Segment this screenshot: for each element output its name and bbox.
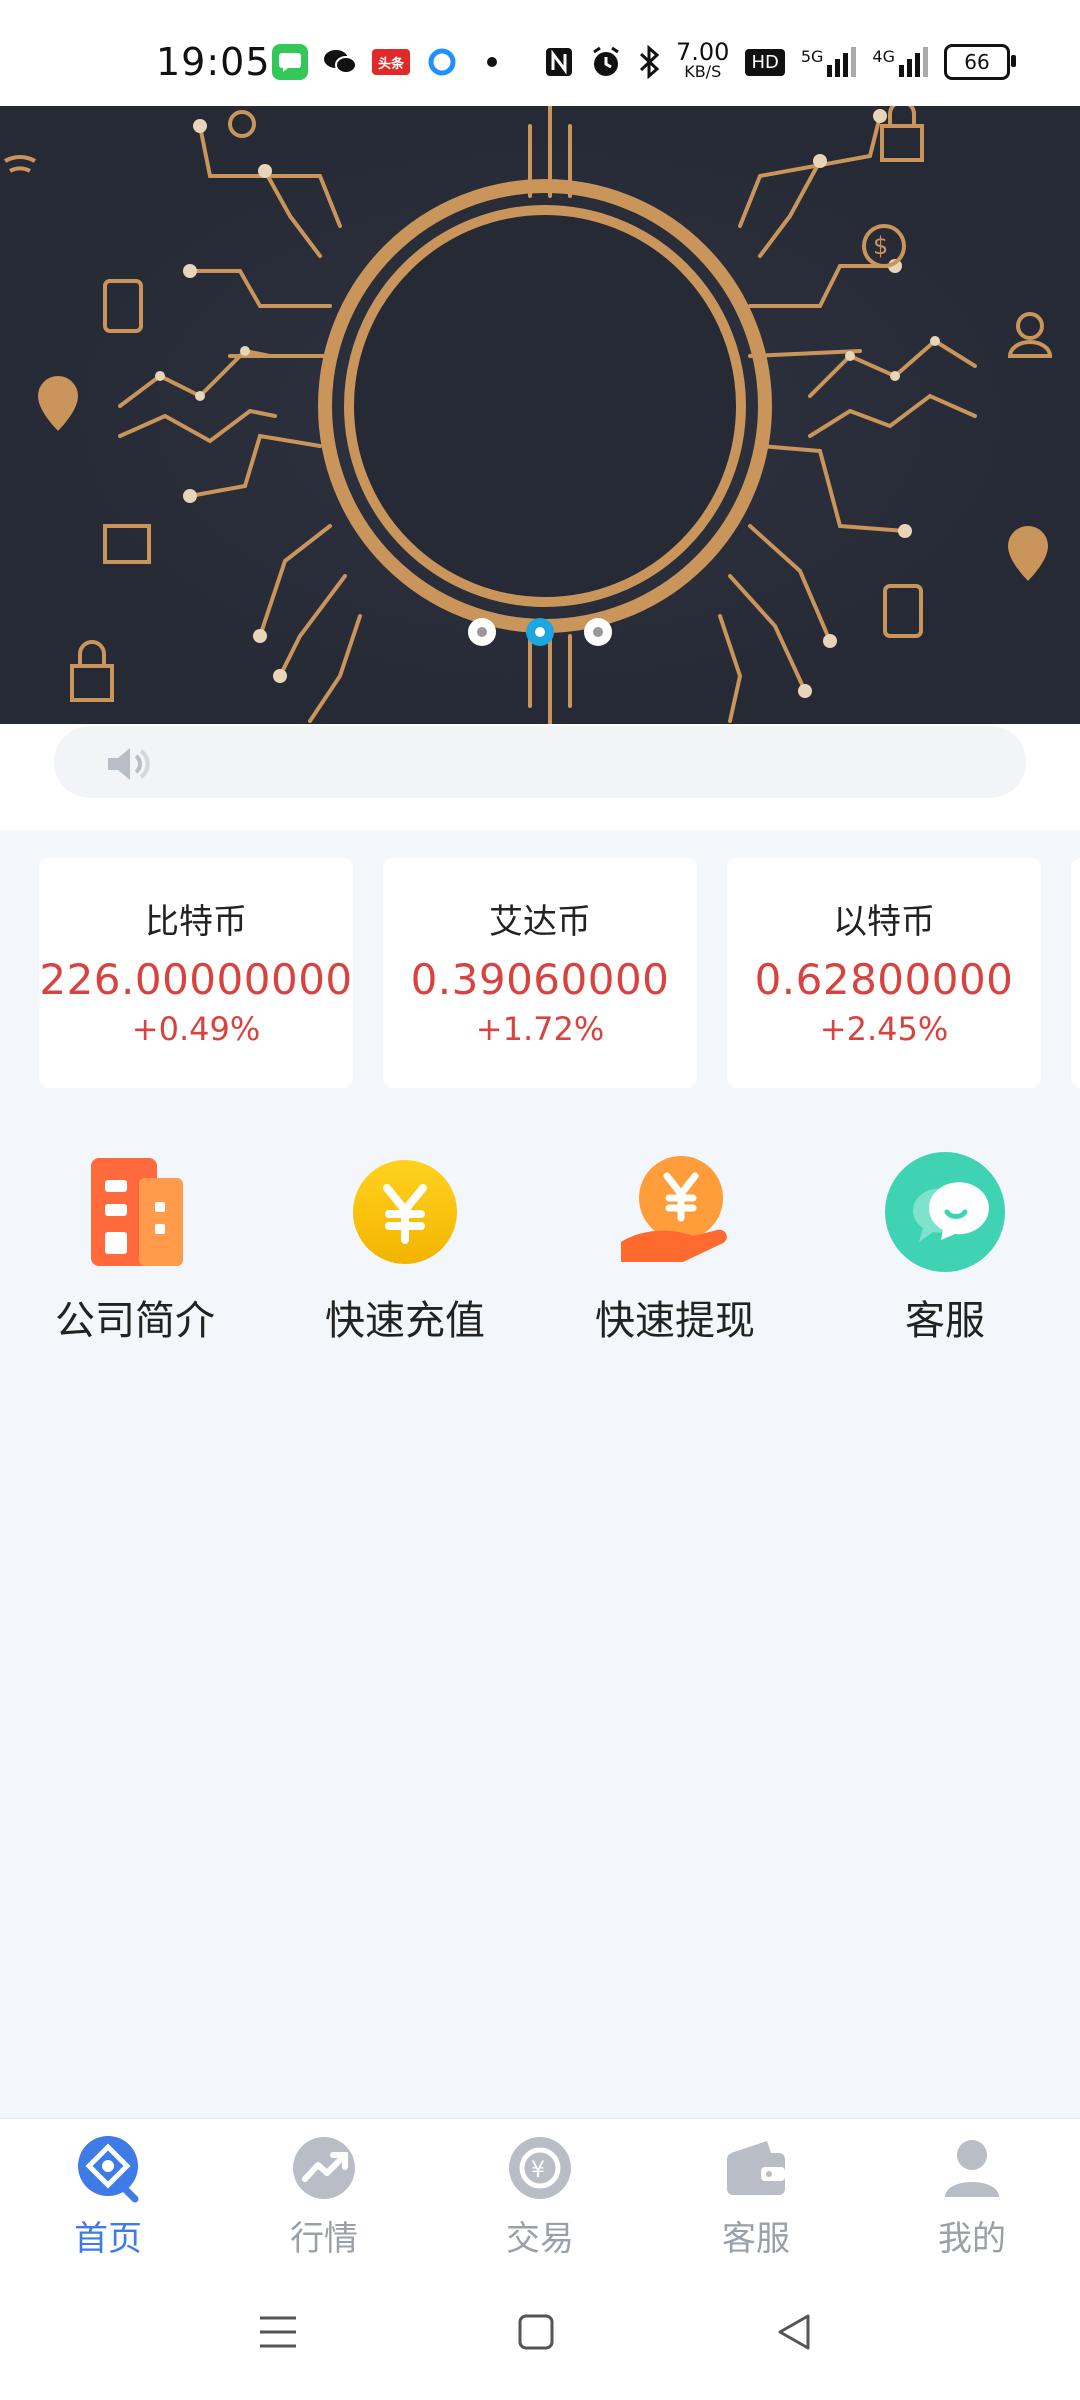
alarm-icon xyxy=(593,46,619,76)
carousel-dot-active[interactable] xyxy=(526,618,554,646)
battery-level: 66 xyxy=(964,50,990,74)
coin-price: 0.39060000 xyxy=(410,955,670,1004)
quick-customer-service[interactable]: 客服 xyxy=(810,1150,1080,1346)
hd-badge: HD xyxy=(745,48,785,76)
battery-indicator: 66 xyxy=(944,44,1016,80)
status-bar: 19:05 头条 7.00 KB/S HD 5G 4G 66 xyxy=(0,0,1080,106)
home-square-icon[interactable] xyxy=(516,2312,556,2352)
notice-section xyxy=(0,724,1080,830)
coin-name: 以特币 xyxy=(833,902,935,942)
coin-card-partial[interactable] xyxy=(1071,858,1080,1088)
wechat-icon xyxy=(322,44,358,80)
tab-service[interactable]: 客服 xyxy=(648,2133,864,2260)
coin-change: +2.45% xyxy=(819,1010,949,1048)
speaker-icon xyxy=(104,744,152,788)
coin-name: 艾达币 xyxy=(489,902,591,942)
tab-mine[interactable]: 我的 xyxy=(864,2133,1080,2260)
menu-icon[interactable] xyxy=(256,2312,300,2352)
net-speed: 7.00 KB/S xyxy=(676,38,730,82)
coin-change: +0.49% xyxy=(131,1010,261,1048)
quick-label: 客服 xyxy=(905,1298,985,1344)
status-time: 19:05 xyxy=(156,40,271,84)
carousel-dots[interactable] xyxy=(0,618,1080,646)
user-icon xyxy=(937,2133,1007,2203)
signal-5g-label: 5G xyxy=(800,47,824,66)
signal-4g-label: 4G xyxy=(872,47,895,66)
svg-text:$: $ xyxy=(873,232,888,260)
svg-text:¥: ¥ xyxy=(531,2158,545,2183)
quick-company-intro[interactable]: 公司简介 xyxy=(0,1150,270,1346)
status-system-icons: 7.00 KB/S HD 5G 4G 66 xyxy=(544,38,1016,82)
tab-market[interactable]: 行情 xyxy=(216,2133,432,2260)
banner-carousel[interactable]: $ xyxy=(0,106,1080,724)
signal-bars-icon xyxy=(827,47,857,77)
quick-withdraw[interactable]: 快速提现 xyxy=(540,1150,810,1346)
quick-label: 快速充值 xyxy=(325,1298,485,1344)
tab-label: 客服 xyxy=(722,2219,790,2259)
tab-trade[interactable]: ¥ 交易 xyxy=(432,2133,648,2260)
tab-home[interactable]: 首页 xyxy=(0,2133,216,2260)
building-icon xyxy=(73,1150,197,1274)
bottom-tab-bar: 首页 行情 ¥ 交易 客服 我的 xyxy=(0,2118,1080,2269)
coin-name: 比特币 xyxy=(145,902,247,942)
coin-change: +1.72% xyxy=(475,1010,605,1048)
signal-bars-icon xyxy=(899,47,928,77)
tab-label: 行情 xyxy=(290,2219,358,2259)
coin-ticker-list[interactable]: 比特币 226.00000000 +0.49% 艾达币 0.39060000 +… xyxy=(0,858,1080,1090)
status-app-icons: 头条 xyxy=(272,44,510,80)
carousel-dot[interactable] xyxy=(468,618,496,646)
quick-label: 公司简介 xyxy=(55,1298,215,1344)
messages-icon xyxy=(272,44,308,80)
toutiao-icon: 头条 xyxy=(372,49,410,75)
dot-icon xyxy=(474,44,510,80)
quick-deposit[interactable]: 快速充值 xyxy=(270,1150,540,1346)
quick-actions: 公司简介 快速充值 快速提现 客服 xyxy=(0,1150,1080,1350)
yen-hand-icon xyxy=(613,1150,737,1274)
coin-card[interactable]: 艾达币 0.39060000 +1.72% xyxy=(383,858,697,1088)
coin-price: 226.00000000 xyxy=(39,955,353,1004)
net-speed-unit: KB/S xyxy=(684,62,722,81)
tab-label: 首页 xyxy=(74,2219,142,2259)
trend-icon xyxy=(289,2133,359,2203)
system-nav-bar xyxy=(0,2268,1080,2400)
signal-4g: 4G xyxy=(872,47,928,77)
tab-label: 我的 xyxy=(938,2219,1006,2259)
notice-marquee[interactable] xyxy=(54,726,1026,798)
browser-icon xyxy=(424,44,460,80)
chat-bubble-icon xyxy=(883,1150,1007,1274)
coin-card[interactable]: 比特币 226.00000000 +0.49% xyxy=(39,858,353,1088)
nfc-icon xyxy=(546,48,572,76)
home-icon xyxy=(73,2133,143,2203)
tab-label: 交易 xyxy=(506,2219,574,2259)
back-icon[interactable] xyxy=(774,2312,814,2352)
coin-price: 0.62800000 xyxy=(754,955,1014,1004)
bluetooth-icon xyxy=(639,45,660,79)
carousel-dot[interactable] xyxy=(584,618,612,646)
yen-coin-icon xyxy=(343,1150,467,1274)
exchange-icon: ¥ xyxy=(505,2133,575,2203)
coin-card[interactable]: 以特币 0.62800000 +2.45% xyxy=(727,858,1041,1088)
quick-label: 快速提现 xyxy=(595,1298,755,1344)
wallet-icon xyxy=(721,2133,791,2203)
signal-5g: 5G xyxy=(801,47,857,77)
net-speed-value: 7.00 xyxy=(676,38,730,66)
